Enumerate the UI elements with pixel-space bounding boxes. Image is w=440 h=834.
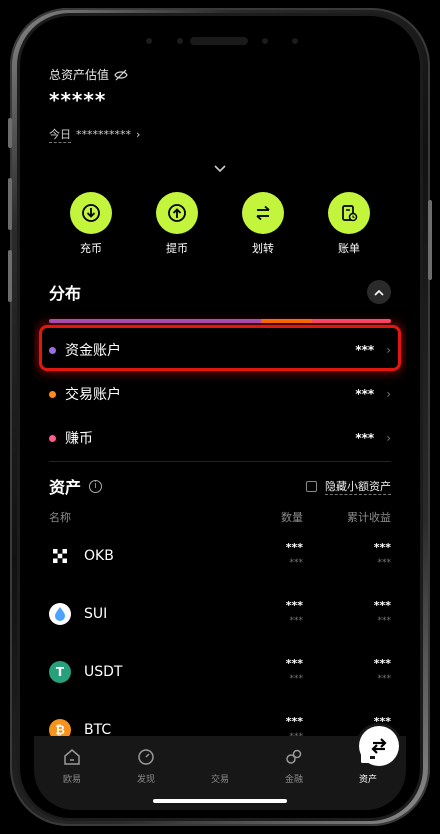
sui-icon — [49, 603, 71, 625]
home-indicator — [153, 799, 287, 803]
quantity-value: *** — [285, 715, 303, 728]
transfer-icon — [242, 192, 284, 234]
asset-row-usdt[interactable]: T USDT *** *** *** *** — [49, 652, 391, 698]
distribution-header: 分布 — [49, 280, 391, 304]
tab-assets[interactable]: 资产 — [341, 746, 395, 785]
distribution-bar-segment — [49, 319, 262, 323]
pnl-sub-value: *** — [377, 616, 392, 626]
quantity-value: *** — [285, 541, 303, 554]
deposit-button[interactable]: 充币 — [61, 192, 121, 256]
eye-off-icon[interactable] — [114, 69, 128, 81]
camera-dot — [146, 38, 152, 44]
total-assets-label: 总资产估值 — [49, 66, 128, 83]
deposit-icon — [70, 192, 112, 234]
pnl-sub-value: *** — [377, 674, 392, 684]
info-icon[interactable]: i — [89, 479, 103, 493]
account-value: *** — [355, 387, 375, 401]
distribution-bar-segment — [261, 319, 313, 323]
phone-side-button — [8, 118, 12, 148]
assets-title: 资产 — [49, 478, 82, 497]
bill-button[interactable]: 账单 — [319, 192, 379, 256]
account-row-earn[interactable]: 赚币 *** › — [49, 418, 391, 458]
tab-label: 交易 — [210, 775, 229, 785]
pnl-value: *** — [373, 657, 391, 670]
coin-name: SUI — [84, 606, 108, 622]
speaker-notch — [190, 37, 248, 45]
chevron-right-icon: › — [386, 387, 391, 401]
phone-side-button — [8, 250, 12, 302]
account-color-dot — [49, 390, 56, 398]
app-screen: 总资产估值 ***** 今日 ********** › 充币 提币 划转 账单 … — [34, 24, 406, 810]
quantity-sub-value: *** — [289, 558, 304, 568]
today-value: ********** — [76, 128, 131, 141]
deposit-label: 充币 — [80, 242, 102, 255]
tab-label: 发现 — [136, 775, 155, 785]
withdraw-label: 提币 — [166, 242, 188, 255]
quantity-sub-value: *** — [289, 674, 304, 684]
asset-row-sui[interactable]: SUI *** *** *** *** — [49, 594, 391, 640]
column-pnl: 累计收益 — [347, 511, 391, 524]
pnl-value: *** — [373, 599, 391, 612]
home-icon — [61, 746, 83, 768]
distribution-title: 分布 — [49, 284, 82, 303]
wallet-icon — [357, 746, 379, 768]
chevron-right-icon: › — [136, 128, 141, 141]
highlight-box — [39, 325, 401, 371]
account-row-trading[interactable]: 交易账户 *** › — [49, 374, 391, 414]
total-assets-label-text: 总资产估值 — [49, 68, 110, 82]
bill-label: 账单 — [338, 242, 360, 255]
coin-name: USDT — [84, 664, 123, 680]
chevron-down-icon[interactable] — [214, 162, 226, 176]
account-value: *** — [355, 431, 375, 445]
quantity-value: *** — [285, 599, 303, 612]
withdraw-icon — [156, 192, 198, 234]
account-color-dot — [49, 434, 56, 442]
chevron-up-icon — [374, 289, 384, 296]
quantity-value: *** — [285, 657, 303, 670]
tab-label: 欧易 — [62, 775, 81, 785]
chevron-right-icon: › — [386, 431, 391, 445]
transfer-button[interactable]: 划转 — [233, 192, 293, 256]
tab-label: 金融 — [284, 775, 303, 785]
phone-side-button — [8, 178, 12, 230]
phone-side-button — [428, 200, 432, 280]
quick-actions: 充币 提币 划转 账单 — [34, 192, 406, 256]
column-quantity: 数量 — [281, 511, 303, 524]
divider — [49, 461, 391, 462]
sensor-dot — [292, 38, 298, 44]
bill-icon — [328, 192, 370, 234]
account-name: 赚币 — [65, 431, 93, 447]
distribution-bar — [49, 319, 391, 323]
pnl-sub-value: *** — [377, 558, 392, 568]
collapse-button[interactable] — [367, 280, 391, 304]
quantity-sub-value: *** — [289, 616, 304, 626]
sensor-dot — [177, 38, 183, 44]
tab-label: 资产 — [358, 775, 377, 785]
pnl-value: *** — [373, 541, 391, 554]
usdt-icon: T — [49, 661, 71, 683]
tab-home[interactable]: 欧易 — [45, 746, 99, 785]
sensor-dot — [262, 38, 268, 44]
okb-icon — [49, 545, 71, 567]
hide-small-assets-label: 隐藏小额资产 — [325, 479, 391, 495]
checkbox[interactable] — [306, 480, 317, 492]
withdraw-button[interactable]: 提币 — [147, 192, 207, 256]
today-pnl[interactable]: 今日 ********** › — [49, 126, 140, 143]
assets-header: 资产 i 隐藏小额资产 — [49, 474, 391, 498]
transfer-label: 划转 — [252, 242, 274, 255]
tab-discover[interactable]: 发现 — [119, 746, 173, 785]
account-name: 交易账户 — [65, 387, 121, 403]
hide-small-assets-toggle[interactable]: 隐藏小额资产 — [306, 478, 391, 495]
distribution-bar-segment — [312, 319, 391, 323]
coin-name: OKB — [84, 548, 114, 564]
tab-finance[interactable]: 金融 — [267, 746, 321, 785]
today-label: 今日 — [49, 128, 71, 143]
discover-icon — [135, 746, 157, 768]
column-name: 名称 — [49, 511, 71, 524]
total-assets-value: ***** — [49, 88, 107, 112]
finance-icon — [283, 746, 305, 768]
asset-row-okb[interactable]: OKB *** *** *** *** — [49, 536, 391, 582]
tab-trade[interactable]: 交易 — [193, 726, 399, 785]
